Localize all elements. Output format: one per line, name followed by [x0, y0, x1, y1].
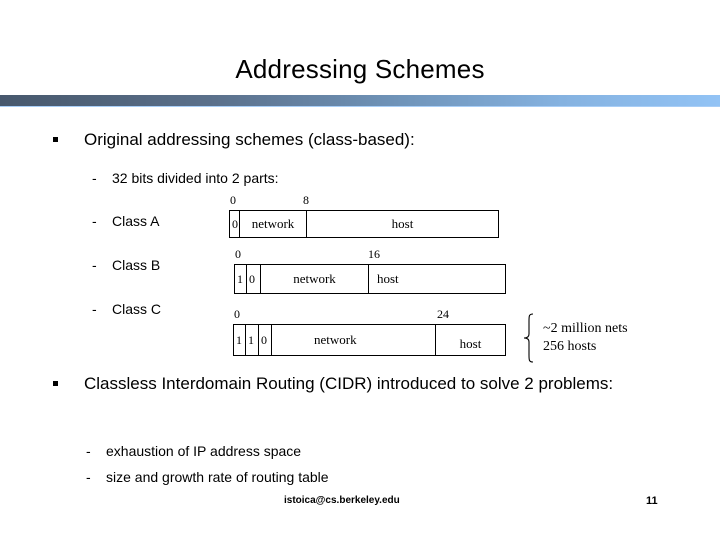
class-a-tick-right: 8 [303, 193, 309, 207]
sub-bullet-class-c: - Class C [92, 300, 161, 319]
dash-bullet-icon: - [92, 213, 97, 229]
sub-bullet-class-a: - Class A [92, 212, 159, 231]
class-a-address-format: 0 network host [229, 210, 499, 238]
sub-bullet-exhaustion: - exhaustion of IP address space [86, 442, 301, 461]
sub-bullet-32-bits-label: 32 bits divided into 2 parts: [112, 170, 279, 186]
sub-bullet-class-b-label: Class B [112, 257, 161, 273]
bullet-marker-1 [53, 128, 82, 151]
class-a-field-bit0: 0 [230, 211, 240, 237]
sub-bullet-class-a-label: Class A [112, 213, 160, 229]
class-c-field-bit0: 1 [234, 325, 246, 355]
dash-bullet-icon: - [86, 443, 91, 459]
class-c-tick-left: 0 [234, 307, 240, 321]
capacity-annotation-line2: 256 hosts [543, 339, 597, 354]
class-c-field-network: network [272, 325, 436, 355]
dash-bullet-icon: - [92, 170, 97, 186]
class-b-field-bit1: 0 [247, 265, 261, 293]
sub-bullet-class-c-label: Class C [112, 301, 162, 317]
class-b-tick-left: 0 [235, 247, 241, 261]
class-c-tick-right: 24 [437, 307, 449, 321]
sub-bullet-routing-table: - size and growth rate of routing table [86, 468, 329, 487]
sub-bullet-32-bits: -32 bits divided into 2 parts: [92, 169, 279, 188]
dash-bullet-icon: - [92, 301, 97, 317]
page-title: Addressing Schemes [235, 54, 485, 84]
footer-page-number: 11 [646, 495, 658, 507]
sub-bullet-exhaustion-label: exhaustion of IP address space [106, 443, 302, 459]
class-a-field-host: host [391, 216, 414, 231]
bullet-item-cidr: Classless Interdomain Routing (CIDR) int… [84, 374, 614, 393]
class-a-field-network: network [240, 211, 307, 237]
class-c-field-host: host [459, 336, 482, 351]
bullet-item-original-schemes: Original addressing schemes (class-based… [84, 130, 415, 149]
curly-brace-icon [523, 313, 534, 363]
square-bullet-icon [53, 381, 58, 386]
sub-bullet-routing-table-label: size and growth rate of routing table [106, 469, 329, 485]
title-accent-hairline [0, 106, 720, 107]
class-b-tick-right: 16 [368, 247, 380, 261]
capacity-annotation-line1: ~2 million nets [543, 321, 628, 336]
class-b-field-network: network [261, 265, 369, 293]
footer-email: istoica@cs.berkeley.edu [284, 495, 400, 506]
class-b-field-host: host [377, 271, 399, 286]
class-b-address-format: 1 0 network host [234, 264, 506, 294]
sub-bullet-class-b: - Class B [92, 256, 160, 275]
square-bullet-icon [53, 137, 58, 142]
dash-bullet-icon: - [92, 257, 97, 273]
slide-canvas: Addressing Schemes Original addressing s… [0, 0, 720, 540]
class-a-tick-left: 0 [230, 193, 236, 207]
capacity-annotation: ~2 million nets 256 hosts [543, 320, 628, 356]
class-c-address-format: 1 1 0 network host [233, 324, 506, 356]
dash-bullet-icon: - [86, 469, 91, 485]
title-accent-bar [0, 95, 720, 106]
class-c-field-bit1: 1 [246, 325, 259, 355]
class-b-field-bit0: 1 [235, 265, 247, 293]
class-c-field-bit2: 0 [259, 325, 272, 355]
